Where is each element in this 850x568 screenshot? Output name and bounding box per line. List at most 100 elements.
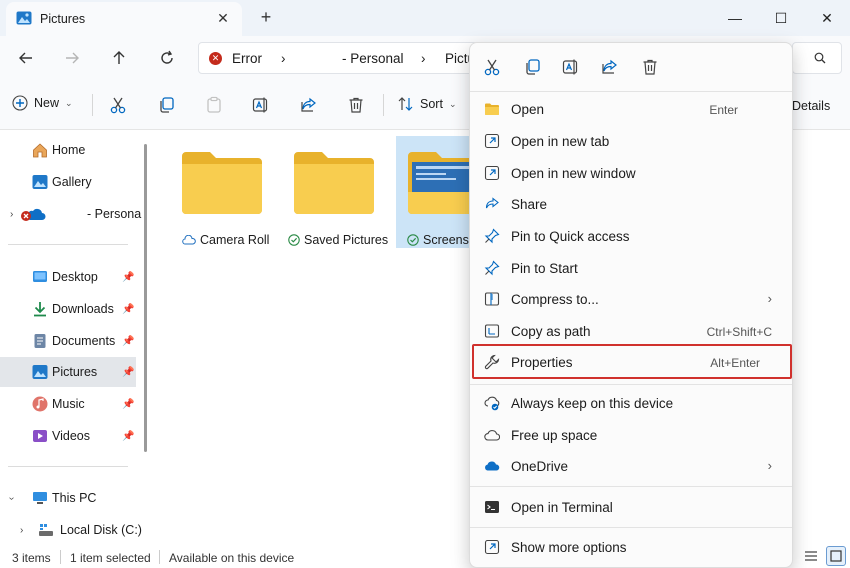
breadcrumb-separator[interactable]: › <box>421 51 426 66</box>
share-icon[interactable] <box>600 57 620 77</box>
menu-item-open[interactable]: Open Enter <box>474 94 788 124</box>
minimize-button[interactable]: — <box>712 0 758 36</box>
forward-button[interactable] <box>60 46 84 70</box>
new-tab-button[interactable]: + <box>256 7 276 27</box>
pin-icon <box>484 260 500 276</box>
divider <box>470 91 792 92</box>
sort-icon <box>398 97 414 111</box>
menu-item-share[interactable]: Share <box>474 189 788 219</box>
new-button[interactable]: New ⌄ <box>12 95 73 111</box>
breadcrumb-personal[interactable]: - Personal <box>342 51 404 66</box>
menu-item-onedrive[interactable]: OneDrive › <box>474 451 788 481</box>
menu-item-always-keep[interactable]: Always keep on this device <box>474 388 788 418</box>
folder-item[interactable]: Camera Roll <box>164 136 272 248</box>
menu-item-label: OneDrive <box>511 459 569 474</box>
sidebar-item-pictures[interactable]: Pictures 📌 <box>0 357 136 387</box>
chevron-right-icon: › <box>767 291 772 306</box>
share-icon[interactable] <box>299 95 319 115</box>
sidebar-item-label: Gallery <box>52 175 92 189</box>
shortcut-text: Enter <box>709 103 738 117</box>
chevron-right-icon: › <box>767 458 772 473</box>
sort-label: Sort <box>420 97 443 111</box>
menu-item-show-more-options[interactable]: Show more options <box>474 532 788 562</box>
breadcrumb-error[interactable]: Error <box>232 51 262 66</box>
sidebar-item-home[interactable]: Home <box>0 135 136 165</box>
error-icon: ✕ <box>209 52 222 65</box>
menu-item-label: Open <box>511 102 545 117</box>
pictures-icon <box>32 364 48 380</box>
menu-item-copy-as-path[interactable]: Copy as path Ctrl+Shift+C <box>474 316 788 346</box>
cut-icon[interactable] <box>108 95 128 115</box>
divider <box>470 384 792 385</box>
address-bar[interactable]: ✕ Error › - Personal › Pictu <box>198 42 478 74</box>
menu-item-open-new-window[interactable]: Open in new window <box>474 158 788 188</box>
close-window-button[interactable]: ✕ <box>804 0 850 36</box>
divider <box>159 550 160 564</box>
delete-icon[interactable] <box>640 57 660 77</box>
maximize-button[interactable]: ☐ <box>758 0 804 36</box>
menu-item-free-up-space[interactable]: Free up space <box>474 420 788 450</box>
copy-icon[interactable] <box>156 95 176 115</box>
menu-item-label: Copy as path <box>511 324 591 339</box>
title-bar: Pictures ✕ + — ☐ ✕ <box>0 0 850 36</box>
folder-name: Screensh <box>423 233 476 247</box>
sidebar-item-music[interactable]: Music 📌 <box>0 389 136 419</box>
sidebar-item-local-disk[interactable]: › Local Disk (C:) <box>0 515 142 545</box>
menu-item-pin-start[interactable]: Pin to Start <box>474 253 788 283</box>
menu-item-open-new-tab[interactable]: Open in new tab <box>474 126 788 156</box>
menu-item-open-terminal[interactable]: Open in Terminal <box>474 492 788 522</box>
pin-icon[interactable]: 📌 <box>122 367 134 378</box>
divider <box>383 94 384 116</box>
tiles-view-icon[interactable] <box>826 546 846 566</box>
chevron-down-icon: › <box>6 496 18 500</box>
divider <box>470 486 792 487</box>
menu-item-compress[interactable]: Compress to... › <box>474 284 788 314</box>
sidebar-item-documents[interactable]: Documents 📌 <box>0 326 136 356</box>
pin-icon[interactable]: 📌 <box>122 304 134 315</box>
new-window-icon <box>484 165 500 181</box>
folder-name: Saved Pictures <box>304 233 389 247</box>
sidebar-item-label: Home <box>52 143 86 157</box>
menu-item-label: Free up space <box>511 428 598 443</box>
refresh-button[interactable] <box>155 46 179 70</box>
up-button[interactable] <box>107 46 131 70</box>
folder-item[interactable]: Saved Pictures <box>278 136 389 248</box>
pin-icon[interactable]: 📌 <box>122 272 134 283</box>
highlight-box <box>472 344 792 379</box>
details-button[interactable]: Details <box>792 99 830 113</box>
sidebar-item-desktop[interactable]: Desktop 📌 <box>0 262 136 292</box>
paste-icon[interactable] <box>204 95 224 115</box>
chevron-down-icon: ⌄ <box>448 98 457 109</box>
cloud-icon <box>484 427 500 443</box>
close-tab-icon[interactable]: ✕ <box>214 9 232 27</box>
new-tab-icon <box>484 133 500 149</box>
sort-button[interactable]: Sort ⌄ <box>398 97 456 111</box>
details-view-icon[interactable] <box>804 549 818 563</box>
back-button[interactable] <box>14 46 38 70</box>
plus-circle-icon <box>12 95 28 111</box>
pin-icon[interactable]: 📌 <box>122 399 134 410</box>
sidebar-item-onedrive[interactable]: › - Persona <box>0 199 141 229</box>
cut-icon[interactable] <box>482 57 502 77</box>
pin-icon[interactable]: 📌 <box>122 336 134 347</box>
menu-item-pin-quick-access[interactable]: Pin to Quick access <box>474 221 788 251</box>
sidebar-item-this-pc[interactable]: › This PC <box>0 483 136 513</box>
copy-icon[interactable] <box>522 57 542 77</box>
rename-icon[interactable] <box>251 95 271 115</box>
sidebar-scrollbar[interactable] <box>144 144 147 452</box>
pin-icon[interactable]: 📌 <box>122 431 134 442</box>
breadcrumb-separator[interactable]: › <box>281 51 286 66</box>
sidebar-item-label: Downloads <box>52 302 114 316</box>
folder-item[interactable]: Screensh <box>396 136 476 248</box>
rename-icon[interactable] <box>561 57 581 77</box>
tab-pictures[interactable]: Pictures ✕ <box>6 2 242 36</box>
sidebar-item-downloads[interactable]: Downloads 📌 <box>0 294 136 324</box>
search-box[interactable] <box>792 42 842 74</box>
menu-item-label: Compress to... <box>511 292 599 307</box>
menu-item-label: Share <box>511 197 548 212</box>
delete-icon[interactable] <box>346 95 366 115</box>
sidebar-item-gallery[interactable]: Gallery <box>0 167 136 197</box>
chevron-down-icon: ⌄ <box>65 97 73 108</box>
home-icon <box>32 142 48 158</box>
sidebar-item-videos[interactable]: Videos 📌 <box>0 421 136 451</box>
